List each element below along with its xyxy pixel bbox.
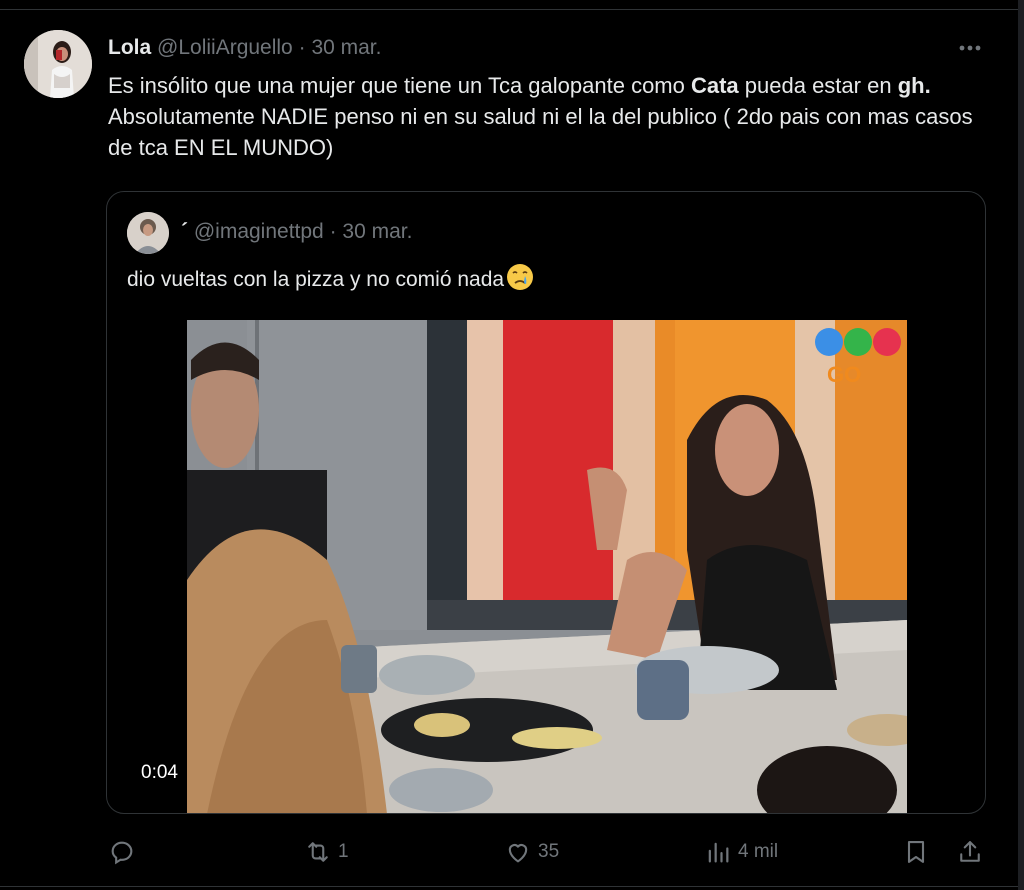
quoted-text: dio vueltas con la pizza y no comió nada xyxy=(127,262,535,295)
like-button[interactable]: 35 xyxy=(504,830,559,874)
tweet-text-bold: gh. xyxy=(897,73,931,98)
quoted-date[interactable]: 30 mar. xyxy=(342,220,412,243)
tweet-text-bold: Cata xyxy=(690,73,739,98)
quoted-tweet[interactable]: ´ @imaginettpd · 30 mar. dio vueltas con… xyxy=(106,191,986,814)
quoted-author-name[interactable]: ´ xyxy=(181,220,188,243)
retweet-icon xyxy=(308,842,328,862)
video-duration: 0:04 xyxy=(133,758,186,788)
like-count: 35 xyxy=(538,841,560,862)
bookmark-icon xyxy=(907,841,925,863)
action-bar: 1 35 4 mil xyxy=(0,830,1024,874)
quoted-handle[interactable]: @imaginettpd xyxy=(194,220,324,243)
retweet-count: 1 xyxy=(338,841,349,862)
tweet-text-run: pueda estar en xyxy=(738,73,898,98)
quoted-text-body: dio vueltas con la pizza y no comió nada xyxy=(127,268,505,291)
share-icon xyxy=(960,841,980,862)
tweet-text-run: Absolutamente NADIE penso ni en su salud… xyxy=(108,104,973,160)
author-avatar[interactable] xyxy=(24,30,92,98)
header-separator: · xyxy=(298,36,306,59)
tweet-text: Es insólito que una mujer que tiene un T… xyxy=(108,70,998,163)
reply-button[interactable] xyxy=(108,830,142,874)
like-icon xyxy=(508,844,528,863)
author-handle[interactable]: @LoliiArguello xyxy=(157,36,293,59)
crying-face-icon xyxy=(507,264,534,290)
top-divider xyxy=(0,9,1024,10)
share-button[interactable] xyxy=(956,830,984,874)
view-count: 4 mil xyxy=(738,841,779,862)
window-edge xyxy=(1018,0,1024,890)
video-player[interactable]: GO xyxy=(187,320,907,813)
bookmark-button[interactable] xyxy=(902,830,930,874)
author-name[interactable]: Lola xyxy=(108,36,151,59)
views-icon xyxy=(708,842,729,863)
more-options-button[interactable] xyxy=(952,36,988,60)
tweet-date[interactable]: 30 mar. xyxy=(311,36,381,59)
quoted-author-avatar[interactable] xyxy=(127,212,169,254)
quoted-separator: · xyxy=(329,220,337,243)
reply-icon xyxy=(111,841,133,865)
more-icon xyxy=(959,45,981,51)
bottom-divider xyxy=(0,886,1024,887)
retweet-button[interactable]: 1 xyxy=(304,830,349,874)
quoted-header: ´ @imaginettpd · 30 mar. xyxy=(181,218,412,246)
channel-logo-text: GO xyxy=(827,362,861,387)
tweet-text-run: Es insólito que una mujer que tiene un T… xyxy=(108,73,691,98)
views-button[interactable]: 4 mil xyxy=(704,830,778,874)
tweet-header: Lola @LoliiArguello · 30 mar. xyxy=(108,34,381,62)
